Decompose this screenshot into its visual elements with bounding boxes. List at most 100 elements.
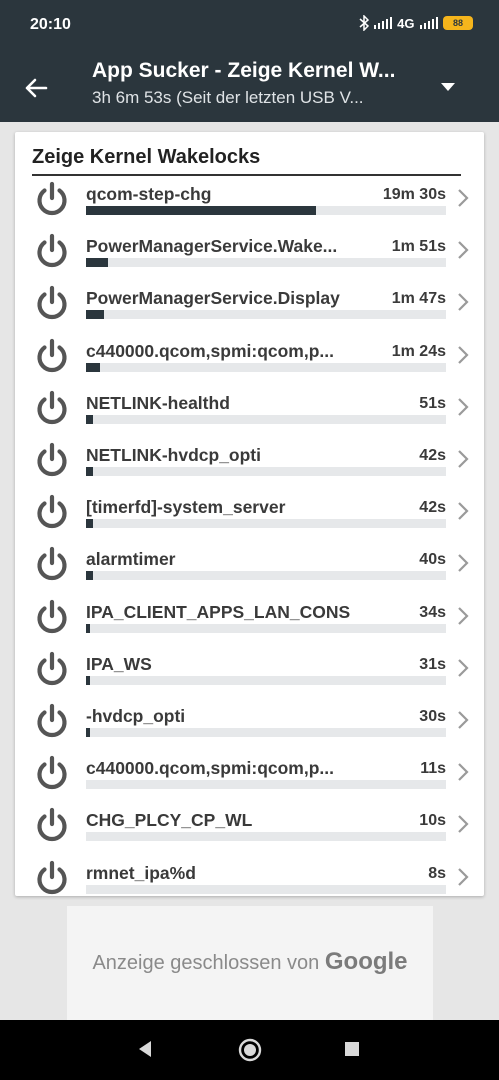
wakelock-name: c440000.qcom,spmi:qcom,p... <box>86 758 335 779</box>
wakelock-name: -hvdcp_opti <box>86 706 186 726</box>
power-icon <box>37 390 67 424</box>
wakelock-row[interactable]: -hvdcp_opti 30s <box>15 702 484 754</box>
wakelock-row[interactable]: c440000.qcom,spmi:qcom,p... 11s <box>15 754 484 806</box>
wakelock-bar-fill <box>86 623 91 633</box>
power-icon <box>37 547 67 581</box>
wakelock-time: 51s <box>419 394 446 412</box>
chevron-right-icon <box>458 554 469 573</box>
wakelock-row[interactable]: alarmtimer 40s <box>15 545 484 597</box>
power-icon <box>37 808 67 842</box>
wakelock-name: rmnet_ipa%d <box>86 862 196 883</box>
signal-icon-2 <box>419 17 438 29</box>
toolbar-subtitle[interactable]: 3h 6m 53s (Seit der letzten USB V... <box>92 88 422 108</box>
power-icon <box>37 651 67 685</box>
wakelock-bar-fill <box>86 571 94 581</box>
power-icon <box>37 703 67 738</box>
wakelock-row[interactable]: IPA_WS 31s <box>15 650 484 702</box>
wakelock-bar-track <box>86 675 446 685</box>
wakelock-name: CHG_PLCY_CP_WL <box>86 810 253 831</box>
wakelock-name: NETLINK-healthd <box>86 392 230 413</box>
wakelock-name: IPA_WS <box>86 653 152 674</box>
recents-square-icon[interactable] <box>345 1042 359 1056</box>
ad-closed-label: Anzeige geschlossen von <box>92 952 320 974</box>
wakelock-time: 42s <box>419 499 446 517</box>
chevron-right-icon <box>458 711 469 729</box>
arrow-left-icon[interactable] <box>22 74 50 102</box>
wakelock-bar-fill <box>86 675 91 685</box>
wakelock-name: qcom-step-chg <box>86 184 212 204</box>
wakelock-card: Zeige Kernel Wakelocks qcom-step-chg 19m … <box>15 132 484 896</box>
chevron-right-icon <box>458 189 469 207</box>
power-icon <box>37 234 67 268</box>
wakelock-time: 34s <box>419 603 446 621</box>
chevron-right-icon <box>458 398 469 416</box>
wakelock-row[interactable]: IPA_CLIENT_APPS_LAN_CONS 34s <box>15 598 484 650</box>
power-icon <box>37 599 67 633</box>
wakelock-bar-fill <box>86 728 91 737</box>
wakelock-bar-track <box>86 310 446 320</box>
wakelock-time: 40s <box>419 551 446 569</box>
wakelock-time: 8s <box>428 864 446 882</box>
status-icons: 4G 88 <box>359 15 473 31</box>
dropdown-icon[interactable] <box>441 83 455 91</box>
ad-text: Anzeige geschlossen von Google <box>67 948 433 976</box>
chevron-right-icon <box>458 241 469 259</box>
home-circle-icon[interactable] <box>238 1038 262 1062</box>
wakelock-bar-track <box>86 206 446 215</box>
app-toolbar: App Sucker - Zeige Kernel W... 3h 6m 53s… <box>0 52 499 122</box>
wakelock-bar-fill <box>86 362 101 372</box>
power-icon <box>37 756 67 790</box>
power-icon <box>37 286 67 320</box>
wakelock-bar-fill <box>86 310 104 320</box>
status-time: 20:10 <box>30 16 71 33</box>
chevron-right-icon <box>458 502 469 520</box>
wakelock-name: alarmtimer <box>86 549 176 570</box>
wakelock-time: 10s <box>419 812 446 830</box>
wakelock-row[interactable]: PowerManagerService.Display 1m 47s <box>15 284 484 336</box>
wakelock-bar-fill <box>86 519 94 529</box>
wakelock-name: PowerManagerService.Display <box>86 288 340 309</box>
wakelock-time: 1m 47s <box>391 290 446 308</box>
wakelock-row[interactable]: rmnet_ipa%d 8s <box>15 859 484 896</box>
wakelock-row[interactable]: qcom-step-chg 19m 30s <box>15 180 484 232</box>
card-divider <box>32 174 461 176</box>
wakelock-row[interactable]: PowerManagerService.Wake... 1m 51s <box>15 232 484 284</box>
wakelock-name: c440000.qcom,spmi:qcom,p... <box>86 340 335 361</box>
wakelock-time: 11s <box>420 760 446 778</box>
chevron-right-icon <box>458 815 469 834</box>
wakelock-name: NETLINK-hvdcp_opti <box>86 445 261 465</box>
signal-icon <box>373 17 393 29</box>
power-icon <box>37 181 67 216</box>
toolbar-title: App Sucker - Zeige Kernel W... <box>92 59 396 82</box>
google-logo: Google <box>324 948 408 975</box>
chevron-right-icon <box>458 345 469 364</box>
wakelock-row[interactable]: NETLINK-healthd 51s <box>15 389 484 441</box>
wakelock-row[interactable]: [timerfd]-system_server 42s <box>15 493 484 545</box>
wakelock-bar-track <box>86 728 446 737</box>
network-type: 4G <box>397 15 415 31</box>
wakelock-bar-track <box>86 362 446 372</box>
wakelock-bar-fill <box>86 467 94 476</box>
battery-icon: 88 <box>443 16 473 30</box>
wakelock-row[interactable]: c440000.qcom,spmi:qcom,p... 1m 24s <box>15 337 484 389</box>
wakelock-time: 30s <box>419 708 446 725</box>
bluetooth-icon <box>359 15 369 31</box>
ad-banner[interactable]: Anzeige geschlossen von Google <box>67 906 433 1020</box>
wakelock-bar-fill <box>86 414 94 424</box>
wakelock-time: 19m 30s <box>382 186 446 203</box>
chevron-right-icon <box>458 659 469 677</box>
status-bar: 20:10 4G 88 <box>0 0 499 52</box>
wakelock-time: 1m 24s <box>391 342 446 360</box>
power-icon <box>37 860 67 894</box>
wakelock-row[interactable]: NETLINK-hvdcp_opti 42s <box>15 441 484 493</box>
wakelock-time: 31s <box>419 655 446 673</box>
chevron-right-icon <box>458 606 469 625</box>
wakelock-name: [timerfd]-system_server <box>86 497 286 518</box>
wakelock-row[interactable]: CHG_PLCY_CP_WL 10s <box>15 806 484 858</box>
chevron-right-icon <box>458 450 469 468</box>
back-triangle-icon[interactable] <box>137 1040 153 1058</box>
wakelock-bar-track <box>86 519 446 529</box>
system-nav-bar <box>0 1020 499 1080</box>
wakelock-time: 1m 51s <box>391 238 446 256</box>
wakelock-name: IPA_CLIENT_APPS_LAN_CONS <box>86 601 351 622</box>
